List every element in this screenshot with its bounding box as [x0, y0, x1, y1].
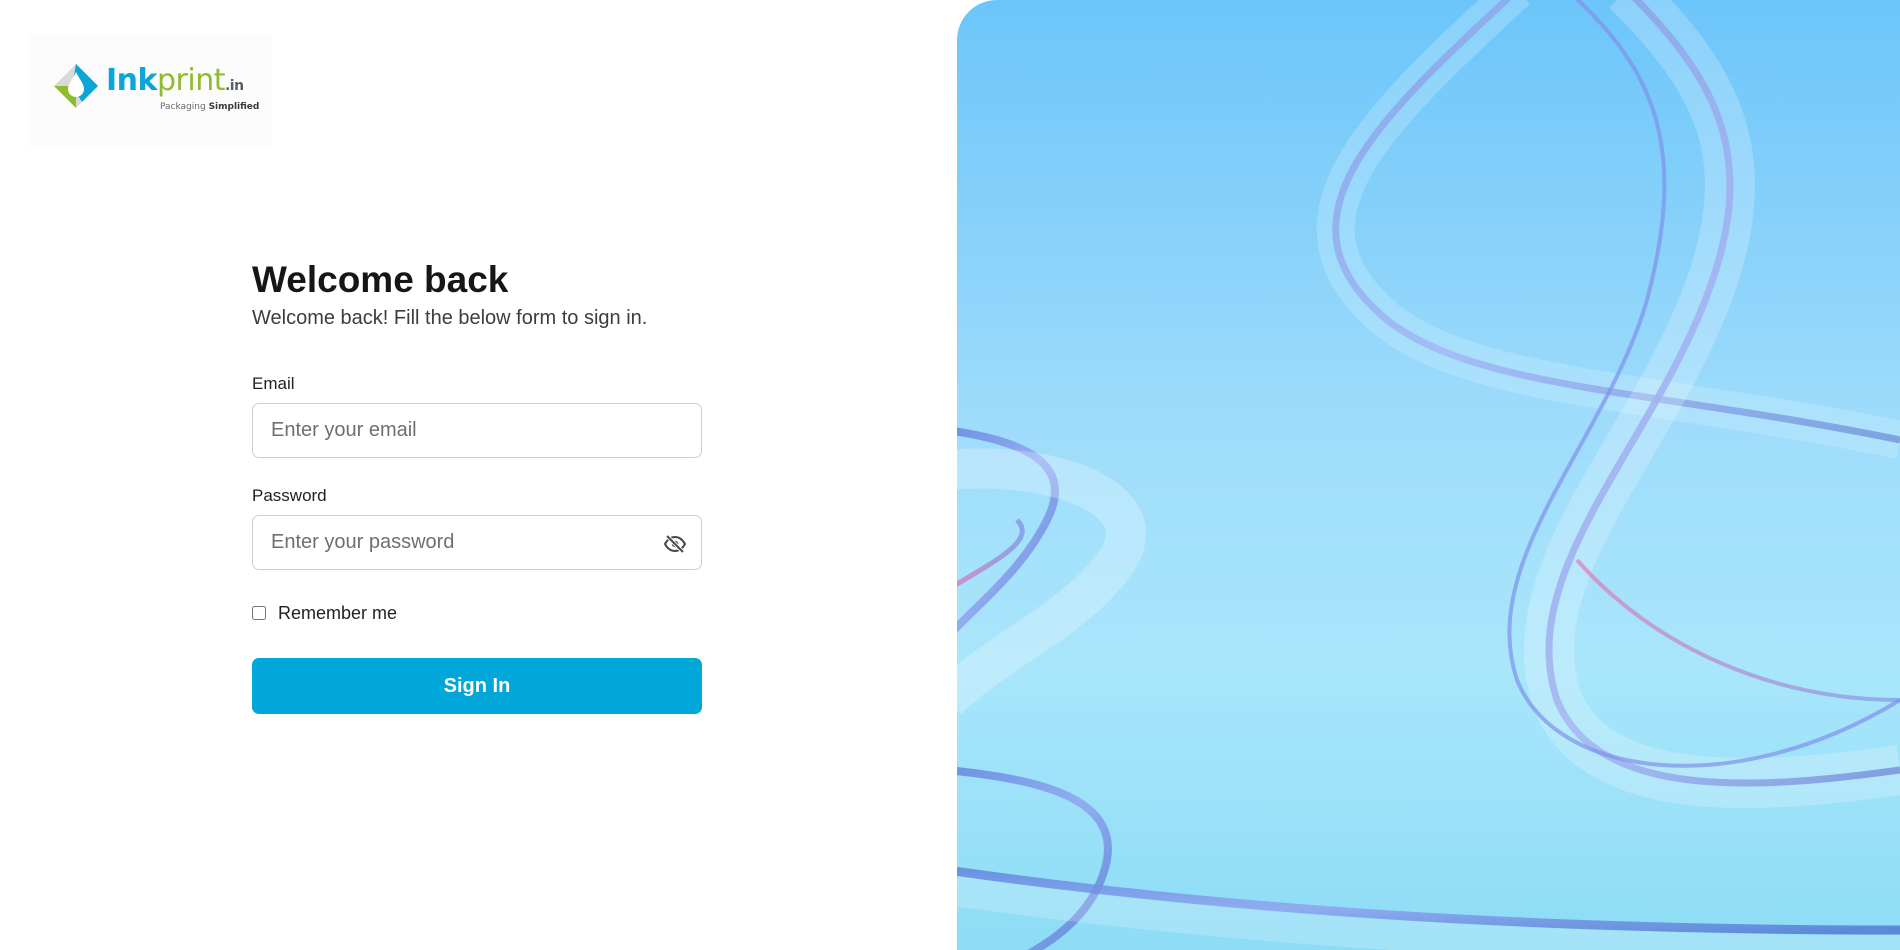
logo-wordmark: Inkprint.in — [106, 63, 244, 98]
hero-image — [957, 0, 1900, 950]
login-page: Inkprint.in Packaging Simplified Welcome… — [0, 0, 1900, 950]
remember-me-checkbox[interactable] — [252, 606, 266, 620]
diamond-drop-logo-icon — [54, 64, 98, 108]
brand-logo[interactable]: Inkprint.in Packaging Simplified — [28, 34, 272, 146]
password-input[interactable] — [253, 516, 701, 569]
sign-in-form: Welcome back Welcome back! Fill the belo… — [252, 258, 702, 714]
page-title: Welcome back — [252, 259, 509, 300]
eye-slash-icon[interactable] — [663, 532, 687, 556]
email-input[interactable] — [253, 404, 701, 457]
password-label: Password — [252, 486, 327, 505]
page-subtitle: Welcome back! Fill the below form to sig… — [252, 307, 648, 329]
password-field-wrapper — [252, 515, 702, 570]
remember-me-label[interactable]: Remember me — [278, 603, 397, 624]
login-panel: Inkprint.in Packaging Simplified Welcome… — [0, 0, 957, 950]
remember-me-row: Remember me — [252, 602, 702, 624]
abstract-glass-ribbon-illustration — [957, 0, 1900, 950]
sign-in-button[interactable]: Sign In — [252, 658, 702, 714]
logo-tagline: Packaging Simplified — [160, 102, 260, 112]
email-field-wrapper — [252, 403, 702, 458]
email-label: Email — [252, 374, 295, 393]
